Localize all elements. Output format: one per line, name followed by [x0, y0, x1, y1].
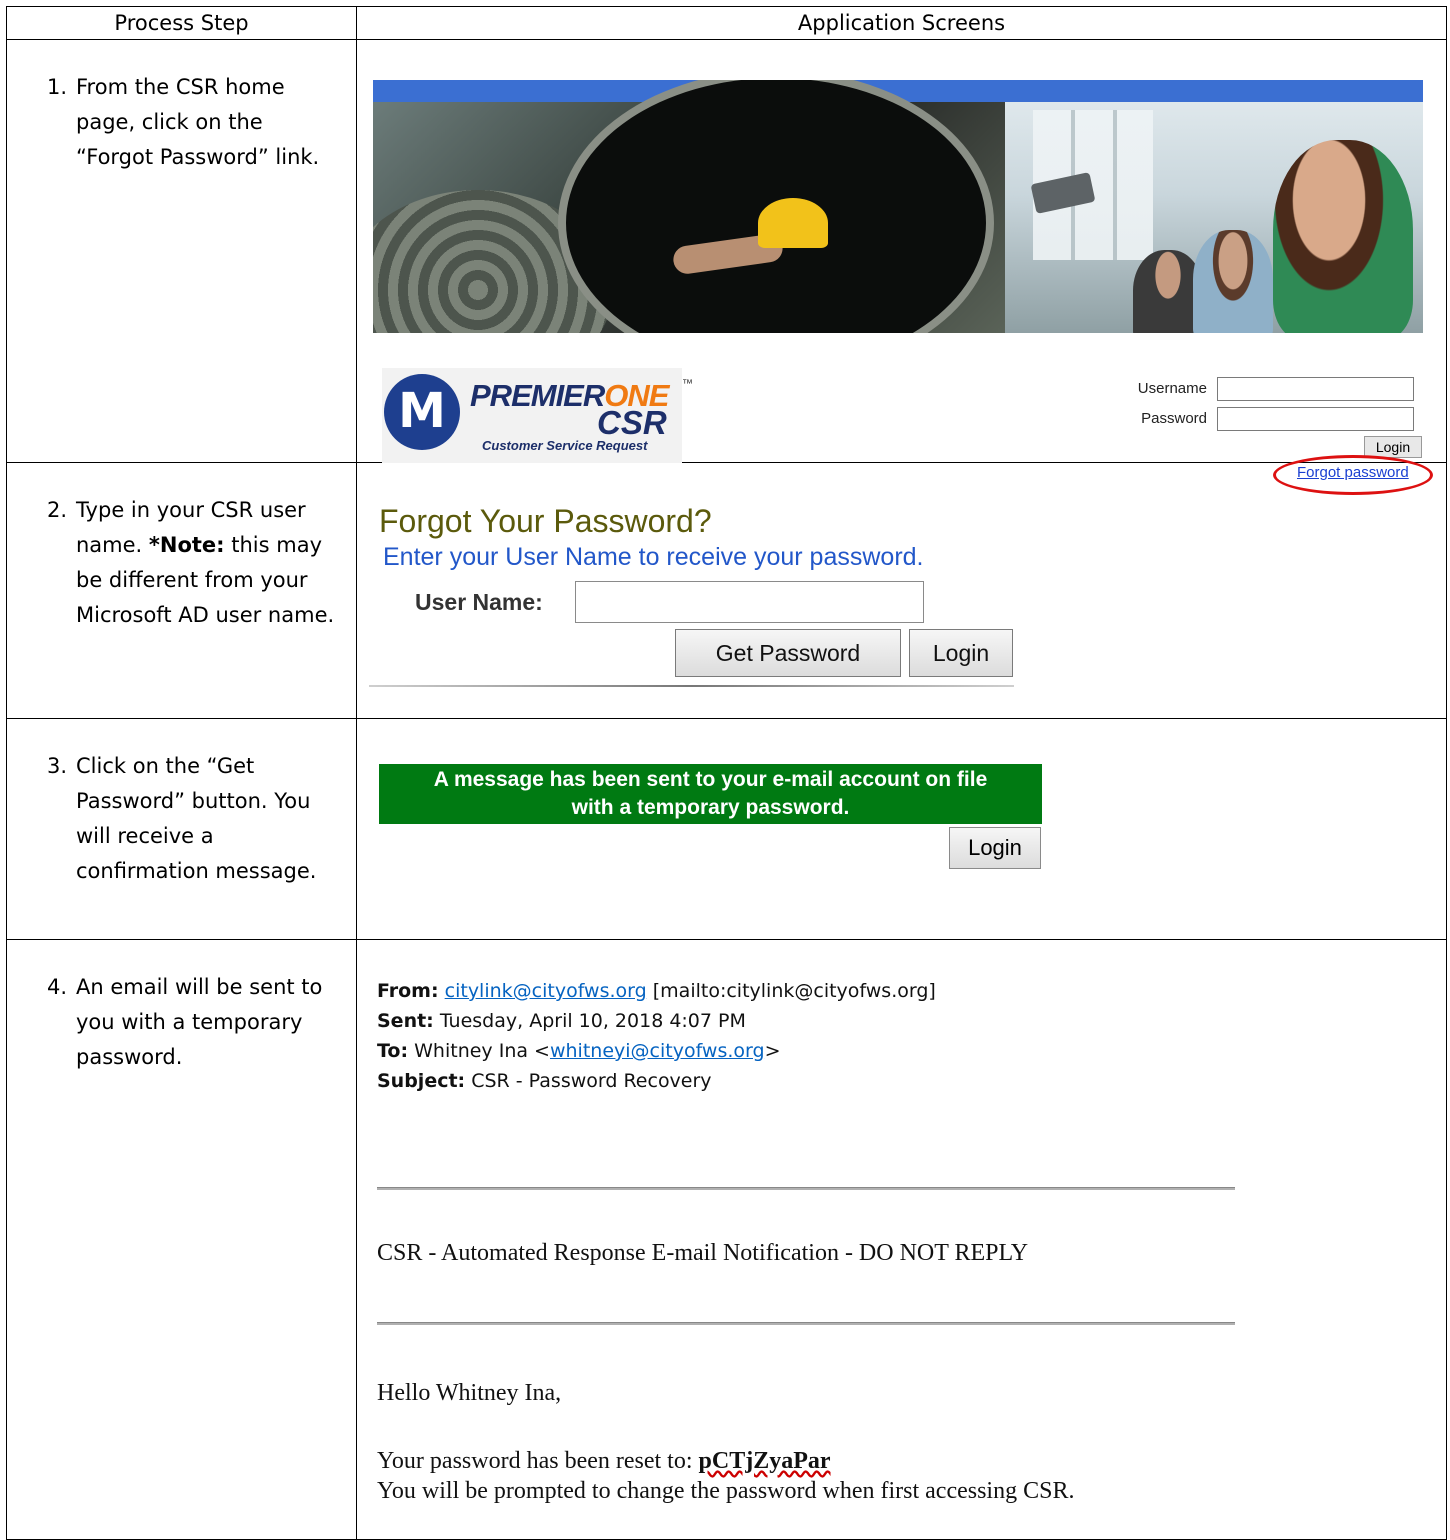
step-cell: 4. An email will be sent to you with a te…: [6, 939, 357, 1540]
agent-headset-image: [1273, 140, 1413, 333]
column-header-process-step: Process Step: [6, 6, 357, 40]
process-table: Process Step Application Screens 1. From …: [6, 6, 1447, 1540]
login-button[interactable]: Login: [949, 827, 1041, 869]
to-email-link[interactable]: whitneyi@cityofws.org: [550, 1040, 765, 1062]
step-cell: 3. Click on the “Get Password” button. Yo…: [6, 718, 357, 940]
step-number: 3.: [46, 754, 67, 778]
step-text: An email will be sent to you with a temp…: [76, 975, 323, 1069]
table-header-row: Process Step Application Screens: [6, 6, 1447, 40]
screen-cell: M PREMIERONE ™ CSR Customer Service Requ…: [356, 39, 1447, 495]
step-number: 2.: [46, 498, 67, 522]
table-row: 3. Click on the “Get Password” button. Yo…: [6, 718, 1447, 940]
email-divider: [377, 1322, 1235, 1325]
user-name-label: User Name:: [415, 589, 543, 615]
note-label: *Note:: [148, 533, 225, 557]
logo-subtitle: Customer Service Request: [482, 438, 648, 453]
username-label: Username: [1137, 380, 1207, 397]
step-cell: 1. From the CSR home page, click on the “…: [6, 39, 357, 463]
login-banner-image: [373, 80, 1423, 333]
mailto-text[interactable]: [mailto:citylink@cityofws.org]: [653, 980, 936, 1002]
screen-cell: A message has been sent to your e-mail a…: [356, 718, 1447, 940]
email-reset-line: Your password has been reset to: pCTjZya…: [377, 1448, 831, 1474]
password-input[interactable]: [1217, 407, 1414, 431]
premierone-csr-logo: M PREMIERONE ™ CSR Customer Service Requ…: [382, 368, 693, 463]
confirmation-message: A message has been sent to your e-mail a…: [379, 764, 1042, 824]
logo-trademark: ™: [682, 378, 693, 390]
step-number: 1.: [46, 75, 67, 99]
hard-hat-image: [758, 198, 828, 248]
table-row: 1. From the CSR home page, click on the “…: [6, 39, 1447, 495]
screen-cell: Forgot Your Password? Enter your User Na…: [356, 462, 1447, 719]
motorola-logo-icon: M: [384, 374, 460, 450]
user-name-input[interactable]: [575, 581, 924, 623]
step-text: Type in your CSR user name. *Note: this …: [76, 498, 335, 627]
screen-cell: From: citylink@cityofws.org [mailto:city…: [356, 939, 1447, 1540]
email-divider: [377, 1187, 1235, 1190]
get-password-button[interactable]: Get Password: [675, 629, 901, 677]
from-email-link[interactable]: citylink@cityofws.org: [445, 980, 647, 1002]
divider: [369, 685, 1014, 687]
email-sent-line: Sent: Tuesday, April 10, 2018 4:07 PM: [377, 1010, 746, 1032]
email-to-line: To: Whitney Ina <whitneyi@cityofws.org>: [377, 1040, 781, 1062]
table-row: 2. Type in your CSR user name. *Note: thi…: [6, 462, 1447, 719]
confirmation-line-2: with a temporary password.: [571, 796, 850, 819]
email-from-line: From: citylink@cityofws.org [mailto:city…: [377, 980, 936, 1002]
confirmation-line-1: A message has been sent to your e-mail a…: [433, 768, 988, 791]
email-greeting: Hello Whitney Ina,: [377, 1380, 562, 1406]
step-text: Click on the “Get Password” button. You …: [76, 754, 317, 883]
username-input[interactable]: [1217, 377, 1414, 401]
login-button[interactable]: Login: [909, 629, 1013, 677]
logo-premier-text: PREMIER: [470, 378, 605, 413]
step-number: 4.: [46, 975, 67, 999]
table-row: 4. An email will be sent to you with a te…: [6, 939, 1447, 1540]
forgot-password-title: Forgot Your Password?: [379, 503, 712, 539]
email-prompt-line: You will be prompted to change the passw…: [377, 1478, 1075, 1504]
step-cell: 2. Type in your CSR user name. *Note: thi…: [6, 462, 357, 719]
agent-image: [1193, 230, 1273, 333]
password-label: Password: [1141, 410, 1207, 427]
temporary-password: pCTjZyaPar: [698, 1448, 831, 1474]
forgot-password-subtitle: Enter your User Name to receive your pas…: [383, 543, 924, 571]
email-subject-line: Subject: CSR - Password Recovery: [377, 1070, 712, 1092]
logo-csr-text: CSR: [597, 404, 667, 441]
step-text: From the CSR home page, click on the “Fo…: [76, 75, 320, 169]
column-header-application-screens: Application Screens: [356, 6, 1447, 40]
email-banner-text: CSR - Automated Response E-mail Notifica…: [377, 1240, 1029, 1266]
